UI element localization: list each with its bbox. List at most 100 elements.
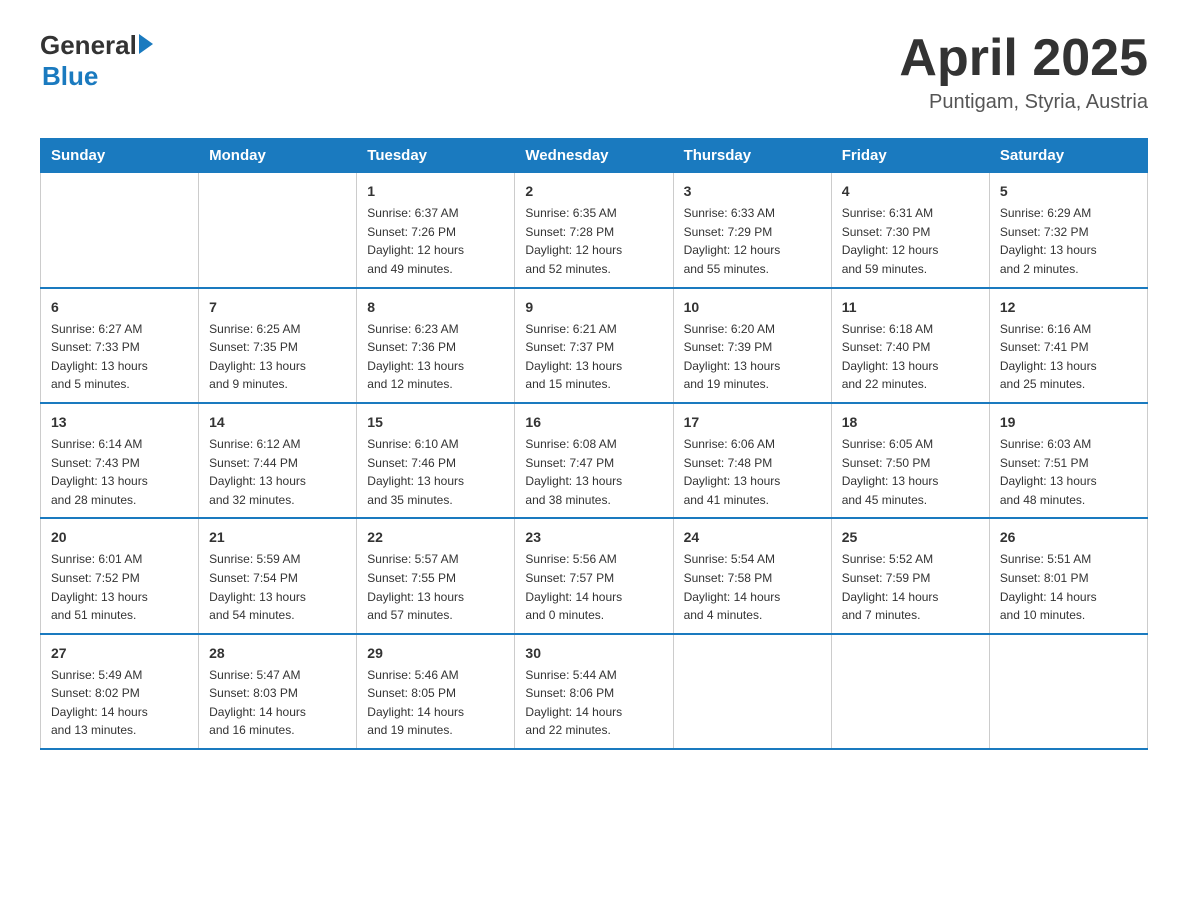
calendar-cell: 13Sunrise: 6:14 AM Sunset: 7:43 PM Dayli…: [41, 403, 199, 518]
calendar-cell: 12Sunrise: 6:16 AM Sunset: 7:41 PM Dayli…: [989, 288, 1147, 403]
calendar-cell: 8Sunrise: 6:23 AM Sunset: 7:36 PM Daylig…: [357, 288, 515, 403]
day-number: 17: [684, 412, 821, 433]
day-info: Sunrise: 5:56 AM Sunset: 7:57 PM Dayligh…: [525, 550, 662, 624]
day-info: Sunrise: 6:05 AM Sunset: 7:50 PM Dayligh…: [842, 435, 979, 509]
day-info: Sunrise: 6:06 AM Sunset: 7:48 PM Dayligh…: [684, 435, 821, 509]
calendar-cell: 19Sunrise: 6:03 AM Sunset: 7:51 PM Dayli…: [989, 403, 1147, 518]
day-info: Sunrise: 6:35 AM Sunset: 7:28 PM Dayligh…: [525, 204, 662, 278]
calendar-cell: 1Sunrise: 6:37 AM Sunset: 7:26 PM Daylig…: [357, 173, 515, 288]
day-number: 18: [842, 412, 979, 433]
day-number: 26: [1000, 527, 1137, 548]
page-header: General Blue April 2025 Puntigam, Styria…: [40, 30, 1148, 114]
day-info: Sunrise: 5:47 AM Sunset: 8:03 PM Dayligh…: [209, 666, 346, 740]
calendar-cell: 28Sunrise: 5:47 AM Sunset: 8:03 PM Dayli…: [199, 634, 357, 749]
calendar-cell: 26Sunrise: 5:51 AM Sunset: 8:01 PM Dayli…: [989, 518, 1147, 633]
day-number: 2: [525, 181, 662, 202]
day-number: 29: [367, 643, 504, 664]
calendar-cell: 10Sunrise: 6:20 AM Sunset: 7:39 PM Dayli…: [673, 288, 831, 403]
day-number: 25: [842, 527, 979, 548]
calendar-cell: 30Sunrise: 5:44 AM Sunset: 8:06 PM Dayli…: [515, 634, 673, 749]
header-day-tuesday: Tuesday: [357, 139, 515, 173]
day-info: Sunrise: 5:52 AM Sunset: 7:59 PM Dayligh…: [842, 550, 979, 624]
day-number: 21: [209, 527, 346, 548]
day-number: 16: [525, 412, 662, 433]
header-day-wednesday: Wednesday: [515, 139, 673, 173]
day-number: 8: [367, 297, 504, 318]
calendar-cell: 15Sunrise: 6:10 AM Sunset: 7:46 PM Dayli…: [357, 403, 515, 518]
day-number: 6: [51, 297, 188, 318]
calendar-week-row: 20Sunrise: 6:01 AM Sunset: 7:52 PM Dayli…: [41, 518, 1148, 633]
calendar-cell: 17Sunrise: 6:06 AM Sunset: 7:48 PM Dayli…: [673, 403, 831, 518]
day-info: Sunrise: 5:54 AM Sunset: 7:58 PM Dayligh…: [684, 550, 821, 624]
calendar-cell: 27Sunrise: 5:49 AM Sunset: 8:02 PM Dayli…: [41, 634, 199, 749]
calendar-cell: 25Sunrise: 5:52 AM Sunset: 7:59 PM Dayli…: [831, 518, 989, 633]
calendar-week-row: 1Sunrise: 6:37 AM Sunset: 7:26 PM Daylig…: [41, 173, 1148, 288]
day-info: Sunrise: 5:57 AM Sunset: 7:55 PM Dayligh…: [367, 550, 504, 624]
calendar-cell: 14Sunrise: 6:12 AM Sunset: 7:44 PM Dayli…: [199, 403, 357, 518]
day-number: 27: [51, 643, 188, 664]
calendar-cell: 22Sunrise: 5:57 AM Sunset: 7:55 PM Dayli…: [357, 518, 515, 633]
day-number: 7: [209, 297, 346, 318]
day-info: Sunrise: 6:18 AM Sunset: 7:40 PM Dayligh…: [842, 320, 979, 394]
calendar-cell: [199, 173, 357, 288]
day-number: 11: [842, 297, 979, 318]
calendar-week-row: 27Sunrise: 5:49 AM Sunset: 8:02 PM Dayli…: [41, 634, 1148, 749]
calendar-week-row: 6Sunrise: 6:27 AM Sunset: 7:33 PM Daylig…: [41, 288, 1148, 403]
day-number: 9: [525, 297, 662, 318]
day-info: Sunrise: 6:29 AM Sunset: 7:32 PM Dayligh…: [1000, 204, 1137, 278]
calendar-cell: 29Sunrise: 5:46 AM Sunset: 8:05 PM Dayli…: [357, 634, 515, 749]
calendar-cell: 20Sunrise: 6:01 AM Sunset: 7:52 PM Dayli…: [41, 518, 199, 633]
day-number: 15: [367, 412, 504, 433]
day-info: Sunrise: 5:46 AM Sunset: 8:05 PM Dayligh…: [367, 666, 504, 740]
calendar-cell: 5Sunrise: 6:29 AM Sunset: 7:32 PM Daylig…: [989, 173, 1147, 288]
logo-general-text: General: [40, 30, 137, 61]
day-number: 4: [842, 181, 979, 202]
calendar-cell: [41, 173, 199, 288]
calendar-cell: 9Sunrise: 6:21 AM Sunset: 7:37 PM Daylig…: [515, 288, 673, 403]
day-number: 1: [367, 181, 504, 202]
logo: General Blue: [40, 30, 153, 92]
header-day-saturday: Saturday: [989, 139, 1147, 173]
day-info: Sunrise: 6:12 AM Sunset: 7:44 PM Dayligh…: [209, 435, 346, 509]
day-number: 10: [684, 297, 821, 318]
calendar-cell: 2Sunrise: 6:35 AM Sunset: 7:28 PM Daylig…: [515, 173, 673, 288]
day-info: Sunrise: 6:03 AM Sunset: 7:51 PM Dayligh…: [1000, 435, 1137, 509]
day-info: Sunrise: 5:49 AM Sunset: 8:02 PM Dayligh…: [51, 666, 188, 740]
calendar-cell: 4Sunrise: 6:31 AM Sunset: 7:30 PM Daylig…: [831, 173, 989, 288]
calendar-table: SundayMondayTuesdayWednesdayThursdayFrid…: [40, 138, 1148, 750]
day-info: Sunrise: 6:23 AM Sunset: 7:36 PM Dayligh…: [367, 320, 504, 394]
calendar-cell: 21Sunrise: 5:59 AM Sunset: 7:54 PM Dayli…: [199, 518, 357, 633]
day-number: 13: [51, 412, 188, 433]
day-number: 12: [1000, 297, 1137, 318]
day-info: Sunrise: 6:10 AM Sunset: 7:46 PM Dayligh…: [367, 435, 504, 509]
day-number: 30: [525, 643, 662, 664]
day-info: Sunrise: 5:51 AM Sunset: 8:01 PM Dayligh…: [1000, 550, 1137, 624]
day-info: Sunrise: 6:01 AM Sunset: 7:52 PM Dayligh…: [51, 550, 188, 624]
day-number: 23: [525, 527, 662, 548]
location-title: Puntigam, Styria, Austria: [899, 91, 1148, 114]
calendar-cell: 23Sunrise: 5:56 AM Sunset: 7:57 PM Dayli…: [515, 518, 673, 633]
day-info: Sunrise: 6:21 AM Sunset: 7:37 PM Dayligh…: [525, 320, 662, 394]
header-day-friday: Friday: [831, 139, 989, 173]
day-number: 5: [1000, 181, 1137, 202]
header-day-sunday: Sunday: [41, 139, 199, 173]
logo-blue-text: Blue: [42, 61, 98, 91]
day-number: 28: [209, 643, 346, 664]
day-info: Sunrise: 6:20 AM Sunset: 7:39 PM Dayligh…: [684, 320, 821, 394]
day-number: 3: [684, 181, 821, 202]
day-info: Sunrise: 6:08 AM Sunset: 7:47 PM Dayligh…: [525, 435, 662, 509]
day-info: Sunrise: 6:25 AM Sunset: 7:35 PM Dayligh…: [209, 320, 346, 394]
month-title: April 2025: [899, 30, 1148, 87]
header-day-thursday: Thursday: [673, 139, 831, 173]
calendar-cell: [989, 634, 1147, 749]
calendar-week-row: 13Sunrise: 6:14 AM Sunset: 7:43 PM Dayli…: [41, 403, 1148, 518]
header-day-monday: Monday: [199, 139, 357, 173]
calendar-cell: [831, 634, 989, 749]
day-number: 19: [1000, 412, 1137, 433]
day-number: 22: [367, 527, 504, 548]
calendar-cell: 6Sunrise: 6:27 AM Sunset: 7:33 PM Daylig…: [41, 288, 199, 403]
calendar-cell: 11Sunrise: 6:18 AM Sunset: 7:40 PM Dayli…: [831, 288, 989, 403]
day-info: Sunrise: 6:16 AM Sunset: 7:41 PM Dayligh…: [1000, 320, 1137, 394]
day-number: 14: [209, 412, 346, 433]
day-info: Sunrise: 6:27 AM Sunset: 7:33 PM Dayligh…: [51, 320, 188, 394]
